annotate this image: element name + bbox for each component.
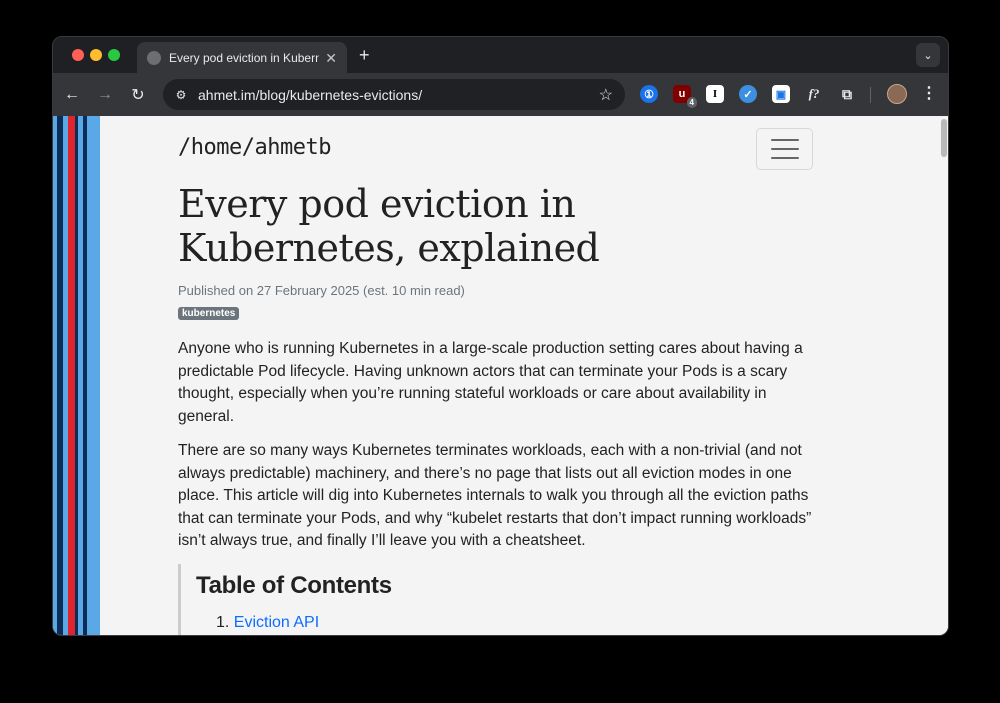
toc-list: 1. Eviction API xyxy=(196,614,818,632)
fx-icon[interactable]: f? xyxy=(805,85,823,103)
close-window-button[interactable] xyxy=(72,49,84,61)
ublock-badge: 4 xyxy=(686,97,697,108)
toc-link-eviction-api[interactable]: Eviction API xyxy=(234,614,319,631)
instapaper-icon[interactable]: I xyxy=(706,85,724,103)
reload-button[interactable]: ↻ xyxy=(127,84,149,106)
url-text[interactable]: ahmet.im/blog/kubernetes-evictions/ xyxy=(198,87,599,103)
active-tab[interactable]: Every pod eviction in Kubernetes, explai… xyxy=(137,42,347,73)
globe-icon xyxy=(147,50,161,65)
hamburger-menu-button[interactable] xyxy=(756,128,813,170)
page-viewport: /home/ahmetb Every pod eviction in Kuber… xyxy=(53,116,948,635)
tab-strip: Every pod eviction in Kubernetes, explai… xyxy=(53,37,948,73)
hamburger-line-icon xyxy=(770,139,799,141)
hamburger-line-icon xyxy=(770,148,799,150)
page-title: Every pod eviction in Kubernetes, explai… xyxy=(178,182,600,270)
ublock-glyph: u xyxy=(678,88,686,100)
stripe xyxy=(68,116,75,635)
toc-item: 1. Eviction API xyxy=(216,614,818,632)
stripe xyxy=(87,116,100,635)
site-info-icon[interactable]: ⚙ xyxy=(173,87,189,103)
ublock-icon[interactable]: u 4 xyxy=(673,85,697,108)
scrollbar[interactable] xyxy=(938,116,948,635)
tab-search-button[interactable]: ⌄ xyxy=(916,43,940,67)
tag-badge[interactable]: kubernetes xyxy=(178,307,240,320)
scrollbar-thumb[interactable] xyxy=(941,119,947,157)
tab-manager-icon[interactable]: ▣ xyxy=(772,85,790,103)
table-of-contents: Table of Contents 1. Eviction API xyxy=(178,564,818,635)
browser-toolbar: ← → ↻ ⚙ ahmet.im/blog/kubernetes-evictio… xyxy=(53,73,948,116)
profile-avatar[interactable] xyxy=(887,84,907,104)
toolbar-divider xyxy=(870,87,871,103)
back-button[interactable]: ← xyxy=(61,84,83,106)
1password-icon[interactable]: ① xyxy=(640,85,658,103)
paragraph: There are so many ways Kubernetes termin… xyxy=(178,442,812,550)
published-date: Published on 27 February 2025 (est. 10 m… xyxy=(178,283,465,298)
toc-title: Table of Contents xyxy=(196,572,392,599)
new-tab-button[interactable]: + xyxy=(359,45,370,65)
decorative-stripes xyxy=(53,116,100,635)
site-name-link[interactable]: /home/ahmetb xyxy=(178,135,331,160)
todo-icon[interactable]: ✓ xyxy=(739,85,757,103)
toc-item-number: 1. xyxy=(216,614,230,631)
forward-button[interactable]: → xyxy=(94,84,116,106)
maximize-window-button[interactable] xyxy=(108,49,120,61)
tab-title: Every pod eviction in Kubernetes, explai… xyxy=(169,50,319,65)
tab-close-icon[interactable]: ✕ xyxy=(325,51,337,65)
paragraph: Anyone who is running Kubernetes in a la… xyxy=(178,340,803,425)
minimize-window-button[interactable] xyxy=(90,49,102,61)
browser-window: Every pod eviction in Kubernetes, explai… xyxy=(52,36,949,636)
bookmark-star-icon[interactable]: ☆ xyxy=(599,85,613,105)
browser-menu-icon[interactable]: ⋮ xyxy=(921,84,937,104)
address-bar[interactable]: ⚙ ahmet.im/blog/kubernetes-evictions/ ☆ xyxy=(163,79,625,110)
hamburger-line-icon xyxy=(770,157,799,159)
extensions-puzzle-icon[interactable]: ⧉ xyxy=(838,85,856,103)
